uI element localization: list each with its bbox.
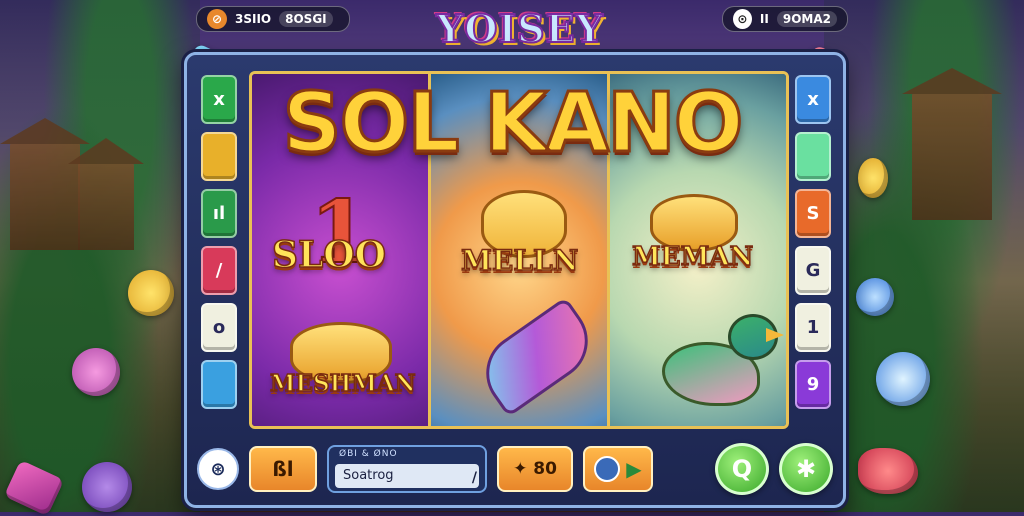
- right-side-gem-icon[interactable]: [795, 132, 831, 181]
- status-label: II: [759, 12, 769, 26]
- left-side-zero-icon[interactable]: o: [201, 303, 237, 352]
- globe-icon: [594, 456, 621, 482]
- play-icon: ▶: [626, 457, 642, 481]
- bet-amount-display[interactable]: ✦ 80: [497, 446, 573, 492]
- spin-button[interactable]: Q: [715, 443, 769, 495]
- floating-chip-pink: [72, 348, 120, 396]
- floating-coin-right: [858, 158, 888, 198]
- reel-1-word-top: SLOO: [271, 233, 387, 277]
- floating-chip-purple: [82, 462, 132, 512]
- right-side-nine-icon[interactable]: 9: [795, 360, 831, 409]
- reel-2-word-top: MELLN: [460, 243, 579, 278]
- brand-title: YOISEY: [435, 5, 604, 52]
- jungle-right-background: [824, 0, 1024, 512]
- right-side-buttons: x SG 1 9: [795, 75, 831, 409]
- left-side-close-icon[interactable]: x: [201, 75, 237, 124]
- left-side-bars-icon[interactable]: ıl: [201, 189, 237, 238]
- search-caption: ØBI & ØNO: [339, 449, 398, 459]
- reel-1-word-bottom: MESHMAN: [269, 369, 416, 398]
- left-side-slash-icon[interactable]: /: [201, 246, 237, 295]
- right-side-s-icon[interactable]: S: [795, 189, 831, 238]
- floating-coin: [128, 270, 174, 316]
- main-logo: SOL KANO: [281, 75, 745, 173]
- radio-icon[interactable]: ⊛: [197, 448, 239, 490]
- left-side-buttons: x ıl / o: [201, 75, 237, 409]
- coin-ring-icon: ⊘: [207, 9, 227, 29]
- floating-chip-blue-large: [876, 352, 930, 406]
- right-side-g-icon[interactable]: G: [795, 246, 831, 295]
- balance-badge[interactable]: ⊘ 3SIIO 8OSGI: [196, 6, 350, 32]
- control-bar: ⊛ ßl ØBI & ØNO Soatrog / ✦ 80 ▶ Q ✱: [197, 443, 833, 495]
- auto-spin-button[interactable]: ✱: [779, 443, 833, 495]
- reel-3-bird-beak: [766, 328, 784, 342]
- reel-2-feather-symbol: [470, 296, 604, 418]
- search-input[interactable]: Soatrog: [335, 464, 479, 488]
- temple-right: [912, 90, 992, 220]
- bet-level-button[interactable]: ßl: [249, 446, 317, 492]
- rose-flower: [858, 448, 918, 494]
- alert-circle-icon: ⊙: [733, 9, 752, 29]
- left-side-coin-icon[interactable]: [201, 132, 237, 181]
- play-button[interactable]: ▶: [583, 446, 653, 492]
- search-slash-icon: /: [471, 470, 477, 486]
- balance-value: 8OSGI: [279, 11, 333, 27]
- search-panel[interactable]: ØBI & ØNO Soatrog /: [327, 445, 487, 493]
- temple-left-small: [78, 160, 134, 250]
- floating-chip-blue: [856, 278, 894, 316]
- status-badge[interactable]: ⊙ II 9OMA2: [722, 6, 848, 32]
- jungle-left-background: [0, 0, 200, 512]
- temple-left: [10, 140, 80, 250]
- left-side-gem-icon[interactable]: [201, 360, 237, 409]
- balance-label: 3SIIO: [235, 12, 272, 26]
- right-side-close-icon[interactable]: x: [795, 75, 831, 124]
- reel-3-word-top: MEMAN: [631, 241, 754, 273]
- status-value: 9OMA2: [776, 11, 837, 27]
- right-side-one-icon[interactable]: 1: [795, 303, 831, 352]
